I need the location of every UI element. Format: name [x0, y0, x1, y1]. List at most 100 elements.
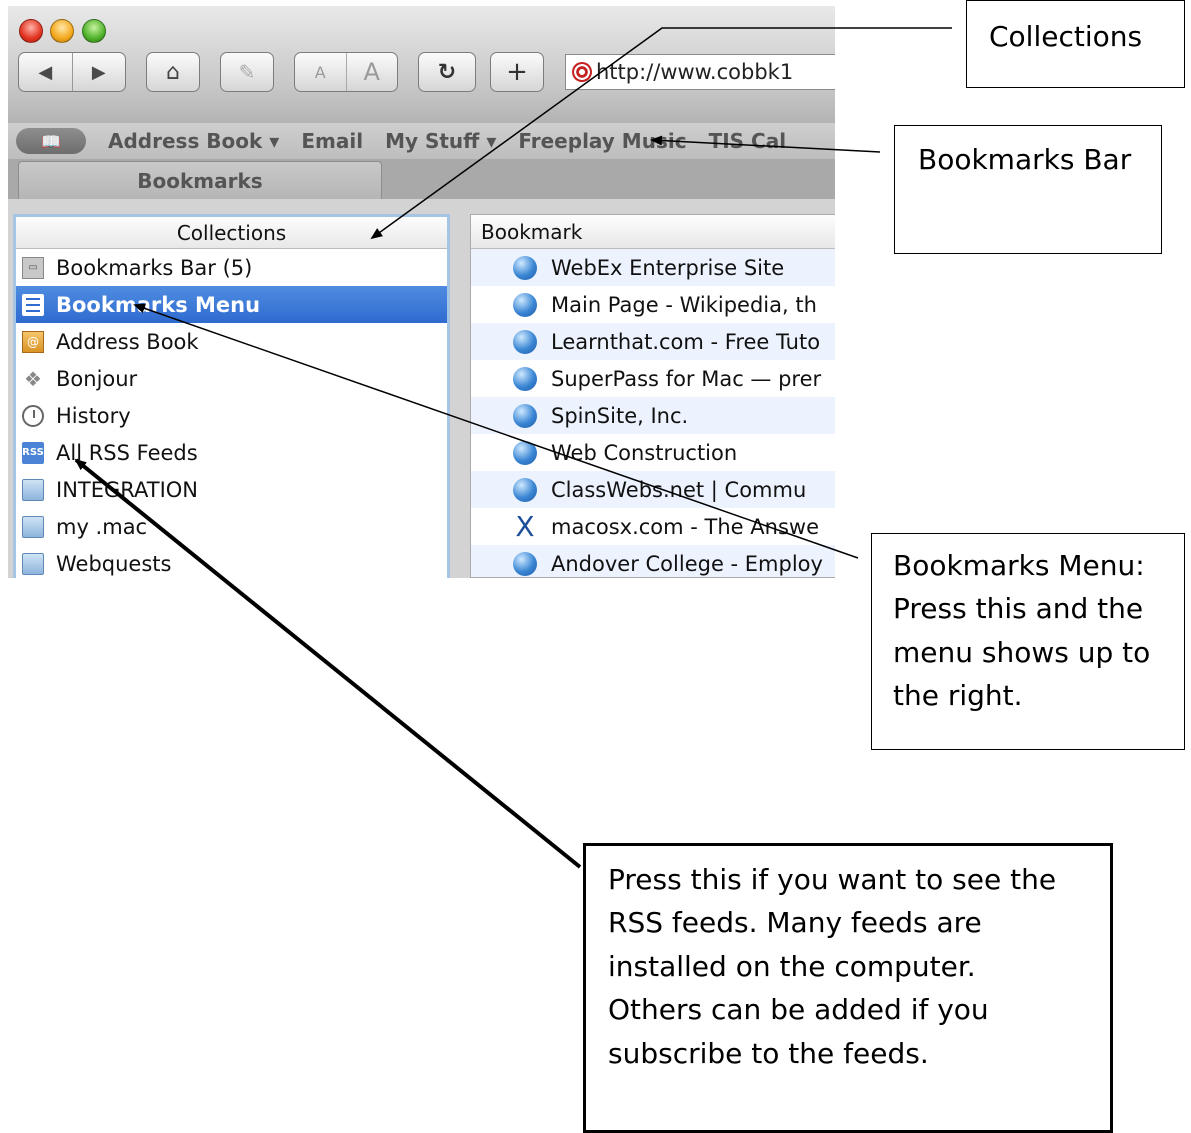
bookmark-title: SpinSite, Inc. [551, 403, 689, 428]
collection-item-history[interactable]: History [16, 397, 447, 434]
folder-icon [22, 552, 44, 575]
text-size-control: A A [294, 52, 398, 92]
callout-line: Press this and the [893, 592, 1144, 626]
bookmark-title: WebEx Enterprise Site [551, 255, 785, 280]
bookmark-title: Learnthat.com - Free Tuto [551, 329, 821, 354]
collection-label: my .mac [56, 514, 148, 539]
bookmark-row[interactable]: Learnthat.com - Free Tuto [471, 323, 835, 360]
edit-button[interactable]: ✎ [220, 52, 274, 92]
bookmark-title: Andover College - Employ [551, 551, 823, 576]
text-bigger-button[interactable]: A [347, 58, 398, 86]
bookmark-row[interactable]: SuperPass for Mac — prer [471, 360, 835, 397]
collection-item-my-mac[interactable]: my .mac [16, 508, 447, 545]
address-text: http://www.cobbk1 [596, 60, 794, 84]
callout-text: Bookmarks Bar [918, 143, 1132, 176]
address-book-icon: @ [22, 330, 44, 353]
minimize-window-button[interactable] [50, 19, 74, 43]
collection-item-bookmarks-bar[interactable]: ▭ Bookmarks Bar (5) [16, 249, 447, 286]
show-all-bookmarks-button[interactable]: 📖 [16, 128, 86, 154]
callout-bookmarks-menu: Bookmarks Menu: Press this and the menu … [871, 533, 1185, 750]
bookmark-row[interactable]: Main Page - Wikipedia, th [471, 286, 835, 323]
callout-collections: Collections [966, 0, 1185, 88]
bookmark-title: Main Page - Wikipedia, th [551, 292, 817, 317]
back-button[interactable]: ◀ [19, 62, 72, 83]
bookmarks-panes: Collections ▭ Bookmarks Bar (5) Bookmark… [8, 199, 835, 578]
collection-item-bonjour[interactable]: ❖ Bonjour [16, 360, 447, 397]
add-bookmark-button[interactable]: + [490, 52, 544, 92]
callout-line: Bookmarks Menu: [893, 549, 1145, 582]
callout-line: the right. [893, 679, 1023, 713]
collection-item-address-book[interactable]: @ Address Book [16, 323, 447, 360]
plus-icon: + [506, 57, 528, 87]
callout-line: RSS feeds. Many feeds are [608, 906, 982, 940]
history-icon [22, 404, 44, 427]
callout-rss-feeds: Press this if you want to see the RSS fe… [583, 843, 1113, 1133]
bookmarks-bar-item[interactable]: TIS Cal [709, 129, 786, 153]
folder-icon [22, 478, 44, 501]
collection-label: Bookmarks Menu [56, 292, 261, 317]
home-icon: ⌂ [166, 59, 180, 85]
globe-icon [513, 366, 537, 391]
callout-bookmarks-bar: Bookmarks Bar [894, 125, 1162, 254]
bookmark-row[interactable]: Web Construction [471, 434, 835, 471]
zoom-window-button[interactable] [82, 19, 106, 43]
collection-label: Address Book [56, 329, 199, 354]
collection-item-bookmarks-menu[interactable]: Bookmarks Menu [16, 286, 447, 323]
forward-button[interactable]: ▶ [73, 62, 126, 83]
bookmark-row[interactable]: SpinSite, Inc. [471, 397, 835, 434]
callout-line: subscribe to the feeds. [608, 1036, 929, 1070]
address-field[interactable]: http://www.cobbk1 [565, 54, 835, 90]
title-bar: ◀ ▶ ⌂ ✎ A A ↻ + http://www.cobbk1 [8, 6, 835, 124]
bookmark-row[interactable]: Xmacosx.com - The Answe [471, 508, 835, 545]
tab-bookmarks[interactable]: Bookmarks [18, 161, 382, 199]
callout-line: Others can be added if you [608, 993, 989, 1027]
globe-icon [513, 477, 537, 502]
bookmark-row[interactable]: Andover College - Employ [471, 545, 835, 577]
tab-bar: Bookmarks [8, 159, 835, 199]
collection-label: History [56, 403, 131, 428]
bookmark-title: macosx.com - The Answe [551, 514, 819, 539]
callout-line: Press this if you want to see the [608, 863, 1057, 896]
globe-icon [513, 329, 537, 354]
folder-icon [22, 515, 44, 538]
bookmark-list-pane: Bookmark WebEx Enterprise Site Main Page… [470, 214, 835, 578]
bookmarks-bar-item[interactable]: My Stuff ▾ [385, 129, 496, 153]
callout-text: Collections [989, 20, 1143, 53]
globe-icon [513, 403, 537, 428]
collections-header[interactable]: Collections [16, 217, 447, 249]
reload-button[interactable]: ↻ [418, 52, 476, 92]
reload-icon: ↻ [437, 59, 457, 85]
callout-line: menu shows up to [893, 635, 1151, 669]
home-button[interactable]: ⌂ [146, 52, 200, 92]
bookmarks-bar-icon: ▭ [22, 256, 44, 279]
bookmarks-bar-item[interactable]: Email [301, 129, 363, 153]
rss-icon: RSS [22, 441, 44, 464]
collection-item-integration[interactable]: INTEGRATION [16, 471, 447, 508]
bonjour-icon: ❖ [24, 366, 42, 391]
bookmarks-bar-item[interactable]: Freeplay Music [518, 129, 686, 153]
x-logo-icon: X [515, 509, 535, 543]
bookmark-list: WebEx Enterprise Site Main Page - Wikipe… [471, 249, 835, 577]
collection-label: Bonjour [56, 366, 138, 391]
globe-icon [513, 440, 537, 465]
collection-item-webquests[interactable]: Webquests [16, 545, 447, 578]
globe-icon [513, 292, 537, 317]
bookmark-row[interactable]: WebEx Enterprise Site [471, 249, 835, 286]
collection-item-all-rss-feeds[interactable]: RSS All RSS Feeds [16, 434, 447, 471]
safari-window: ◀ ▶ ⌂ ✎ A A ↻ + http://www.cobbk1 📖 Addr… [8, 6, 835, 578]
bookmarks-bar-item[interactable]: Address Book ▾ [108, 129, 279, 153]
globe-icon [513, 255, 537, 280]
close-window-button[interactable] [19, 19, 43, 43]
bookmark-title: Web Construction [551, 440, 738, 465]
text-smaller-button[interactable]: A [295, 63, 346, 82]
collections-pane: Collections ▭ Bookmarks Bar (5) Bookmark… [13, 214, 450, 578]
bookmark-column-header[interactable]: Bookmark [471, 215, 835, 249]
bookmark-row[interactable]: ClassWebs.net | Commu [471, 471, 835, 508]
pencil-icon: ✎ [238, 60, 256, 84]
callout-line: installed on the computer. [608, 949, 976, 983]
site-favicon-icon [572, 62, 592, 82]
open-book-icon: 📖 [41, 131, 61, 151]
back-forward-control: ◀ ▶ [18, 52, 126, 92]
collection-label: Webquests [56, 551, 172, 576]
collection-label: Bookmarks Bar (5) [56, 255, 253, 280]
